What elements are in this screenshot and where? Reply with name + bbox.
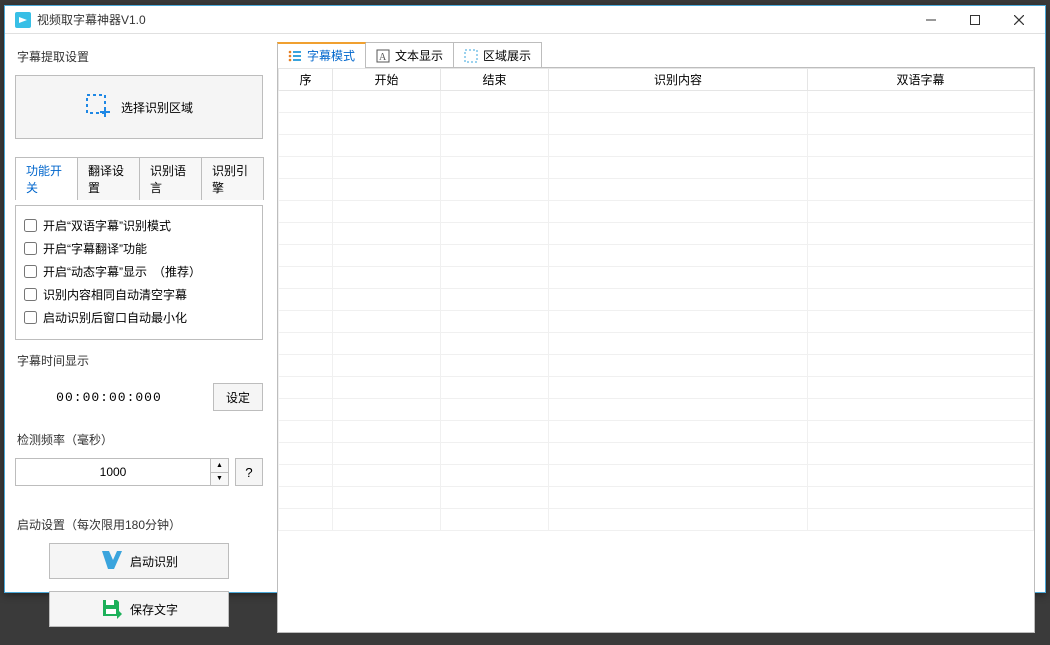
col-content[interactable]: 识别内容 — [549, 69, 808, 91]
col-seq[interactable]: 序 — [279, 69, 333, 91]
table-row — [279, 399, 1034, 421]
minimize-button[interactable] — [909, 6, 953, 34]
app-icon — [15, 12, 31, 28]
checkbox-auto-clear[interactable] — [24, 288, 37, 301]
table-row — [279, 377, 1034, 399]
tab-recognize-language[interactable]: 识别语言 — [139, 157, 202, 200]
checkbox-dynamic-subtitle[interactable] — [24, 265, 37, 278]
grid-body — [279, 91, 1034, 531]
table-row — [279, 509, 1034, 531]
check-dynamic-subtitle[interactable]: 开启“动态字幕”显示 （推荐） — [24, 260, 254, 283]
spinner-down-button[interactable]: ▼ — [210, 472, 228, 486]
col-end[interactable]: 结束 — [441, 69, 549, 91]
table-row — [279, 179, 1034, 201]
check-bilingual-mode[interactable]: 开启“双语字幕”识别模式 — [24, 214, 254, 237]
table-row — [279, 245, 1034, 267]
right-panel: 字幕模式 A 文本显示 区域展示 序 开始 — [277, 42, 1035, 633]
app-window: 视频取字幕神器V1.0 字幕提取设置 选择识别区域 功能开关 翻译设置 识别语言… — [4, 5, 1046, 593]
frequency-spinner[interactable]: ▲ ▼ — [15, 458, 229, 486]
check-translate-func[interactable]: 开启“字幕翻译”功能 — [24, 237, 254, 260]
select-region-icon — [85, 93, 111, 122]
svg-text:A: A — [379, 52, 387, 63]
table-row — [279, 465, 1034, 487]
start-recognize-button[interactable]: 启动识别 — [49, 543, 229, 579]
tab-subtitle-mode-label: 字幕模式 — [307, 47, 355, 64]
time-display: 00:00:00:000 — [15, 390, 203, 405]
checkbox-bilingual-mode[interactable] — [24, 219, 37, 232]
window-title: 视频取字幕神器V1.0 — [37, 11, 146, 28]
table-row — [279, 91, 1034, 113]
col-bilingual[interactable]: 双语字幕 — [808, 69, 1034, 91]
table-row — [279, 421, 1034, 443]
checkbox-auto-minimize[interactable] — [24, 311, 37, 324]
table-row — [279, 333, 1034, 355]
region-icon — [464, 49, 478, 63]
frequency-input[interactable] — [16, 459, 210, 485]
table-row — [279, 289, 1034, 311]
save-icon — [100, 597, 122, 622]
section-extract-label: 字幕提取设置 — [17, 48, 263, 65]
section-time-label: 字幕时间显示 — [17, 352, 263, 369]
titlebar: 视频取字幕神器V1.0 — [5, 6, 1045, 34]
tab-translate-settings[interactable]: 翻译设置 — [77, 157, 140, 200]
table-row — [279, 355, 1034, 377]
start-recognize-icon — [100, 549, 122, 574]
frequency-help-button[interactable]: ? — [235, 458, 263, 486]
select-region-button[interactable]: 选择识别区域 — [15, 75, 263, 139]
tab-region-show-label: 区域展示 — [483, 47, 531, 64]
set-time-button[interactable]: 设定 — [213, 383, 263, 411]
tab-text-display-label: 文本显示 — [395, 47, 443, 64]
check-auto-clear[interactable]: 识别内容相同自动清空字幕 — [24, 283, 254, 306]
subtitle-grid[interactable]: 序 开始 结束 识别内容 双语字幕 — [277, 67, 1035, 633]
table-row — [279, 487, 1034, 509]
table-row — [279, 201, 1034, 223]
text-icon: A — [376, 49, 390, 63]
table-row — [279, 267, 1034, 289]
checkbox-translate-func[interactable] — [24, 242, 37, 255]
grid-header-row: 序 开始 结束 识别内容 双语字幕 — [279, 69, 1034, 91]
start-recognize-label: 启动识别 — [130, 553, 178, 570]
maximize-button[interactable] — [953, 6, 997, 34]
check-auto-minimize[interactable]: 启动识别后窗口自动最小化 — [24, 306, 254, 329]
tab-recognize-engine[interactable]: 识别引擎 — [201, 157, 264, 200]
table-row — [279, 157, 1034, 179]
col-start[interactable]: 开始 — [333, 69, 441, 91]
section-frequency-label: 检测频率（毫秒） — [17, 431, 263, 448]
select-region-label: 选择识别区域 — [121, 99, 193, 116]
tab-text-display[interactable]: A 文本显示 — [365, 42, 454, 68]
tab-subtitle-mode[interactable]: 字幕模式 — [277, 42, 366, 68]
func-switch-panel: 开启“双语字幕”识别模式 开启“字幕翻译”功能 开启“动态字幕”显示 （推荐） … — [15, 205, 263, 340]
list-icon — [288, 49, 302, 63]
table-row — [279, 443, 1034, 465]
table-row — [279, 135, 1034, 157]
tab-region-show[interactable]: 区域展示 — [453, 42, 542, 68]
spinner-up-button[interactable]: ▲ — [210, 459, 228, 472]
section-start-label: 启动设置（每次限用180分钟） — [17, 516, 263, 533]
table-row — [279, 113, 1034, 135]
left-panel: 字幕提取设置 选择识别区域 功能开关 翻译设置 识别语言 识别引擎 开启“双语字… — [15, 42, 263, 633]
table-row — [279, 311, 1034, 333]
save-text-label: 保存文字 — [130, 601, 178, 618]
right-tab-strip: 字幕模式 A 文本显示 区域展示 — [277, 42, 1035, 68]
table-row — [279, 223, 1034, 245]
save-text-button[interactable]: 保存文字 — [49, 591, 229, 627]
close-button[interactable] — [997, 6, 1041, 34]
tab-func-switch[interactable]: 功能开关 — [15, 157, 78, 200]
left-tab-strip: 功能开关 翻译设置 识别语言 识别引擎 — [15, 157, 263, 200]
